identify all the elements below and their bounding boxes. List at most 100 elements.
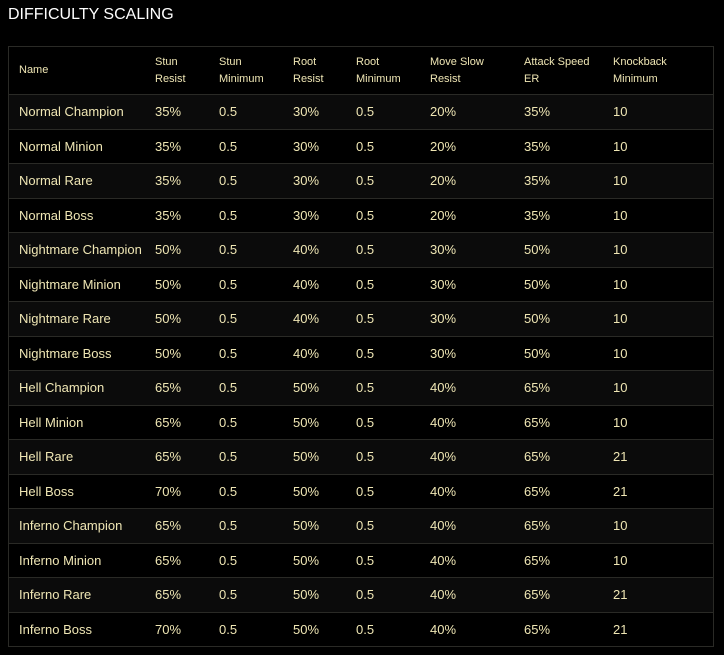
column-header-line2: Minimum <box>219 72 264 85</box>
cell-attack-speed-er: 65% <box>514 439 603 475</box>
cell-root-minimum: 0.5 <box>346 301 420 337</box>
cell-attack-speed-er: 65% <box>514 612 603 646</box>
table-row: Normal Minion 35% 0.5 30% 0.5 20% 35% 10 <box>9 129 713 164</box>
cell-stun-resist: 35% <box>145 129 209 164</box>
cell-stun-resist: 35% <box>145 94 209 130</box>
cell-name: Nightmare Minion <box>9 267 145 302</box>
cell-stun-resist: 65% <box>145 439 209 475</box>
cell-move-slow-resist: 20% <box>420 198 514 233</box>
cell-move-slow-resist: 40% <box>420 543 514 578</box>
column-header-line2: ER <box>524 72 540 85</box>
cell-stun-minimum: 0.5 <box>209 439 283 475</box>
cell-stun-minimum: 0.5 <box>209 163 283 199</box>
cell-root-resist: 50% <box>283 439 346 475</box>
cell-knockback-minimum: 10 <box>603 198 713 233</box>
cell-move-slow-resist: 40% <box>420 474 514 509</box>
cell-stun-minimum: 0.5 <box>209 508 283 544</box>
cell-root-resist: 30% <box>283 163 346 199</box>
cell-name: Nightmare Champion <box>9 232 145 268</box>
cell-root-minimum: 0.5 <box>346 612 420 646</box>
cell-root-resist: 30% <box>283 129 346 164</box>
cell-attack-speed-er: 35% <box>514 163 603 199</box>
table-row: Normal Rare 35% 0.5 30% 0.5 20% 35% 10 <box>9 163 713 199</box>
cell-move-slow-resist: 30% <box>420 336 514 371</box>
cell-stun-resist: 70% <box>145 612 209 646</box>
cell-root-resist: 40% <box>283 267 346 302</box>
table-row: Inferno Boss 70% 0.5 50% 0.5 40% 65% 21 <box>9 612 713 646</box>
table-row: Inferno Rare 65% 0.5 50% 0.5 40% 65% 21 <box>9 577 713 613</box>
cell-knockback-minimum: 10 <box>603 301 713 337</box>
table-row: Nightmare Minion 50% 0.5 40% 0.5 30% 50% 10 <box>9 267 713 302</box>
cell-move-slow-resist: 40% <box>420 405 514 440</box>
cell-knockback-minimum: 21 <box>603 439 713 475</box>
cell-stun-minimum: 0.5 <box>209 336 283 371</box>
cell-knockback-minimum: 10 <box>603 129 713 164</box>
cell-root-minimum: 0.5 <box>346 370 420 406</box>
table-row: Hell Rare 65% 0.5 50% 0.5 40% 65% 21 <box>9 439 713 475</box>
cell-root-resist: 50% <box>283 612 346 646</box>
column-header-stun-minimum: Stun Minimum <box>209 47 283 95</box>
cell-attack-speed-er: 65% <box>514 543 603 578</box>
cell-move-slow-resist: 40% <box>420 439 514 475</box>
cell-stun-minimum: 0.5 <box>209 301 283 337</box>
cell-attack-speed-er: 50% <box>514 336 603 371</box>
cell-stun-resist: 70% <box>145 474 209 509</box>
cell-root-resist: 50% <box>283 508 346 544</box>
cell-root-minimum: 0.5 <box>346 198 420 233</box>
cell-root-resist: 50% <box>283 405 346 440</box>
cell-knockback-minimum: 10 <box>603 370 713 406</box>
cell-attack-speed-er: 50% <box>514 301 603 337</box>
column-header-line1: Stun <box>219 55 242 68</box>
cell-knockback-minimum: 10 <box>603 94 713 130</box>
cell-knockback-minimum: 21 <box>603 474 713 509</box>
cell-stun-minimum: 0.5 <box>209 543 283 578</box>
cell-root-resist: 50% <box>283 474 346 509</box>
table-body: Normal Champion 35% 0.5 30% 0.5 20% 35% 10 Norma… <box>9 94 713 646</box>
cell-stun-minimum: 0.5 <box>209 474 283 509</box>
cell-move-slow-resist: 40% <box>420 612 514 646</box>
cell-attack-speed-er: 65% <box>514 577 603 613</box>
cell-attack-speed-er: 65% <box>514 405 603 440</box>
cell-root-minimum: 0.5 <box>346 336 420 371</box>
cell-knockback-minimum: 10 <box>603 232 713 268</box>
cell-stun-minimum: 0.5 <box>209 577 283 613</box>
cell-root-resist: 40% <box>283 301 346 337</box>
table-header: Name Stun Resist Stun Minimum Root Resist Root M… <box>9 47 713 95</box>
cell-root-minimum: 0.5 <box>346 129 420 164</box>
column-header-stun-resist: Stun Resist <box>145 47 209 95</box>
cell-name: Hell Boss <box>9 474 145 509</box>
cell-knockback-minimum: 10 <box>603 336 713 371</box>
cell-stun-resist: 65% <box>145 370 209 406</box>
cell-stun-minimum: 0.5 <box>209 198 283 233</box>
cell-name: Nightmare Rare <box>9 301 145 337</box>
column-header-line2: Resist <box>155 72 186 85</box>
cell-root-minimum: 0.5 <box>346 474 420 509</box>
cell-name: Normal Champion <box>9 94 145 130</box>
cell-stun-resist: 50% <box>145 336 209 371</box>
cell-knockback-minimum: 10 <box>603 405 713 440</box>
column-header-line1: Root <box>356 55 380 68</box>
column-header-name: Name <box>9 47 145 95</box>
cell-root-resist: 50% <box>283 577 346 613</box>
column-header-move-slow-resist: Move Slow Resist <box>420 47 514 95</box>
cell-root-minimum: 0.5 <box>346 267 420 302</box>
cell-root-resist: 50% <box>283 370 346 406</box>
table-row: Normal Boss 35% 0.5 30% 0.5 20% 35% 10 <box>9 198 713 233</box>
cell-name: Inferno Minion <box>9 543 145 578</box>
cell-name: Normal Boss <box>9 198 145 233</box>
cell-stun-minimum: 0.5 <box>209 612 283 646</box>
cell-root-minimum: 0.5 <box>346 577 420 613</box>
column-header-line1: Attack Speed <box>524 55 590 68</box>
cell-name: Hell Rare <box>9 439 145 475</box>
cell-root-minimum: 0.5 <box>346 94 420 130</box>
cell-move-slow-resist: 30% <box>420 267 514 302</box>
cell-attack-speed-er: 35% <box>514 129 603 164</box>
cell-attack-speed-er: 65% <box>514 370 603 406</box>
cell-name: Normal Minion <box>9 129 145 164</box>
column-header-line2: Minimum <box>613 72 658 85</box>
cell-root-minimum: 0.5 <box>346 405 420 440</box>
cell-stun-resist: 65% <box>145 577 209 613</box>
cell-move-slow-resist: 30% <box>420 301 514 337</box>
cell-stun-minimum: 0.5 <box>209 267 283 302</box>
table-row: Nightmare Boss 50% 0.5 40% 0.5 30% 50% 10 <box>9 336 713 371</box>
